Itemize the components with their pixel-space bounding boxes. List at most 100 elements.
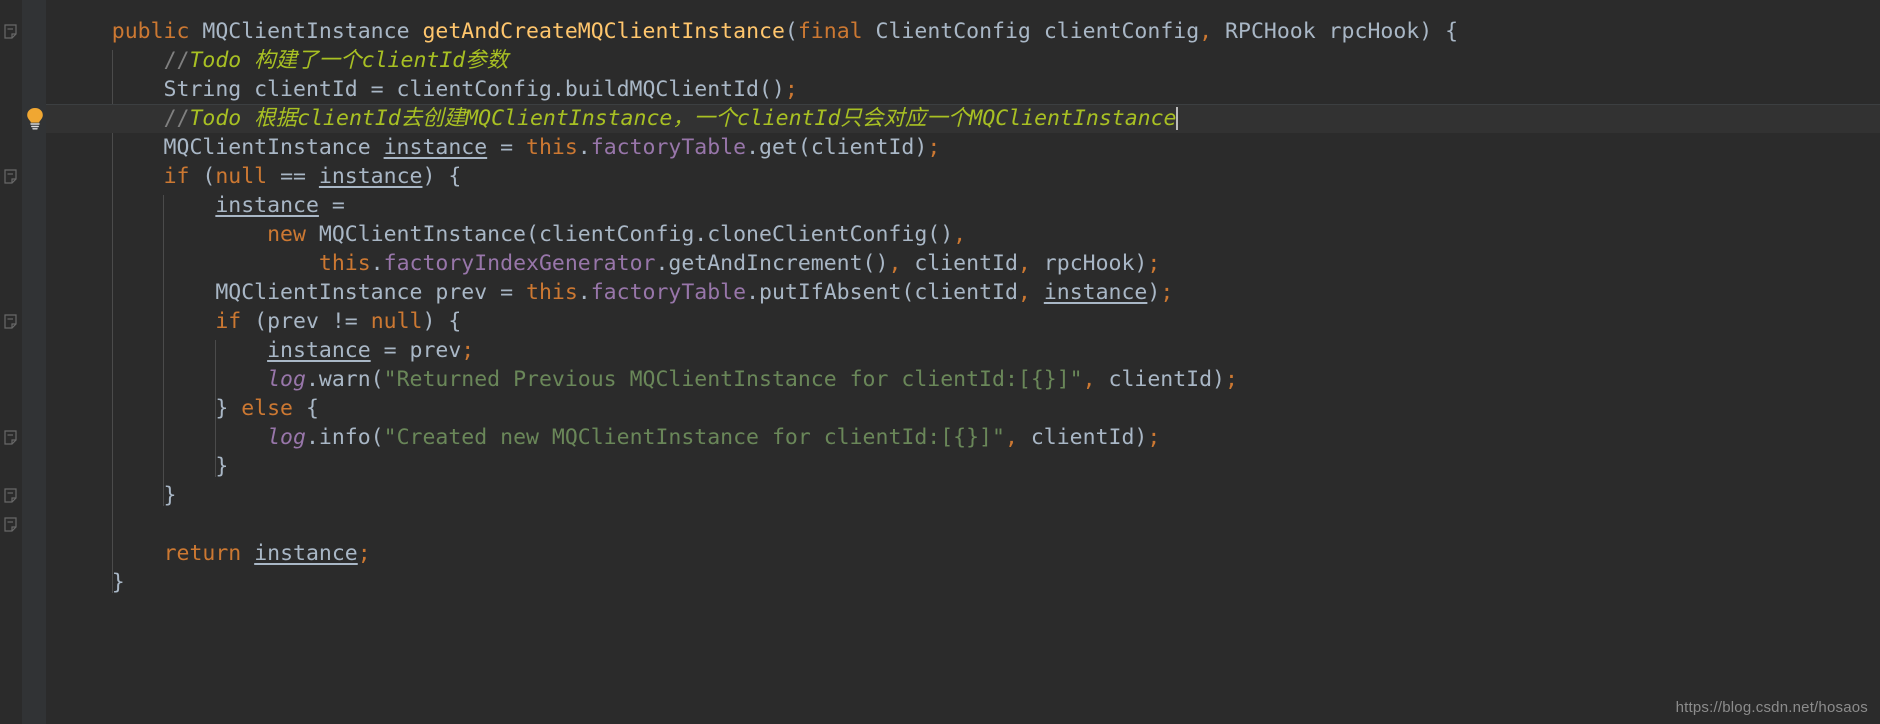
code-line[interactable]: log.info("Created new MQClientInstance f…: [46, 423, 1880, 452]
code-line[interactable]: }: [46, 452, 1880, 481]
code-token: = prev: [370, 338, 462, 363]
code-token: {: [293, 396, 319, 421]
code-token: MQClientInstance prev =: [60, 280, 526, 305]
code-token: ,: [888, 251, 902, 276]
code-token: ClientConfig clientConfig: [875, 19, 1200, 44]
code-line[interactable]: instance = prev;: [46, 336, 1880, 365]
lightbulb-intention-icon[interactable]: [24, 106, 46, 130]
code-token: clientId: [901, 251, 1018, 276]
code-token: =: [487, 135, 527, 160]
code-fold-region-icon[interactable]: [4, 314, 17, 329]
code-token: instance: [254, 541, 358, 566]
code-line[interactable]: return instance;: [46, 539, 1880, 568]
code-token: getAndCreateMQClientInstance: [422, 19, 785, 44]
code-token: instance: [318, 164, 423, 189]
code-token: Todo 构建了一个clientId参数: [189, 48, 509, 73]
code-line[interactable]: if (prev != null) {: [46, 307, 1880, 336]
code-token: null: [370, 309, 423, 334]
code-fold-region-icon[interactable]: [4, 430, 17, 445]
code-lines[interactable]: public MQClientInstance getAndCreateMQCl…: [46, 0, 1880, 597]
code-token: ;: [1160, 280, 1174, 305]
code-line[interactable]: MQClientInstance prev = this.factoryTabl…: [46, 278, 1880, 307]
code-fold-region-icon[interactable]: [4, 169, 17, 184]
code-token: instance: [215, 193, 319, 218]
code-token: factoryTable: [590, 280, 747, 305]
code-token: .: [577, 280, 591, 305]
code-fold-region-icon[interactable]: [4, 488, 17, 503]
code-token: "Created new MQClientInstance for client…: [383, 425, 1005, 450]
code-line[interactable]: } else {: [46, 394, 1880, 423]
code-token: MQClientInstance: [60, 135, 384, 160]
code-token: instance: [1043, 280, 1148, 305]
code-line[interactable]: //Todo 根据clientId去创建MQClientInstance，一个c…: [46, 104, 1880, 133]
code-line[interactable]: MQClientInstance instance = this.factory…: [46, 133, 1880, 162]
code-token: ;: [1147, 425, 1161, 450]
code-token: Todo 根据clientId去创建MQClientInstance，一个cli…: [189, 106, 1177, 131]
code-editor[interactable]: public MQClientInstance getAndCreateMQCl…: [0, 0, 1880, 724]
code-token: log: [267, 425, 306, 450]
code-token: MQClientInstance(clientConfig.cloneClien…: [305, 222, 954, 247]
code-token: (: [189, 164, 216, 189]
code-token: ==: [267, 164, 319, 189]
code-token: .getAndIncrement(): [655, 251, 889, 276]
code-line[interactable]: instance =: [46, 191, 1880, 220]
code-token: clientId): [1017, 425, 1148, 450]
code-token: .warn(: [305, 367, 384, 392]
code-token: null: [215, 164, 268, 189]
code-line[interactable]: if (null == instance) {: [46, 162, 1880, 191]
code-token: ;: [461, 338, 475, 363]
code-token: instance: [383, 135, 488, 160]
code-line[interactable]: }: [46, 568, 1880, 597]
code-token: if: [163, 164, 190, 189]
code-token: "Returned Previous MQClientInstance for …: [383, 367, 1083, 392]
code-fold-region-icon[interactable]: [4, 517, 17, 532]
code-token: clientId): [1095, 367, 1226, 392]
code-token: }: [60, 396, 242, 421]
code-line[interactable]: new MQClientInstance(clientConfig.cloneC…: [46, 220, 1880, 249]
code-content-area[interactable]: public MQClientInstance getAndCreateMQCl…: [46, 0, 1880, 724]
code-token: rpcHook): [1030, 251, 1148, 276]
code-token: MQClientInstance: [202, 19, 410, 44]
code-line[interactable]: [46, 510, 1880, 539]
code-token: return: [163, 541, 242, 566]
code-token: instance: [267, 338, 371, 363]
code-token: RPCHook rpcHook) {: [1212, 19, 1459, 44]
code-token: (prev !=: [241, 309, 371, 334]
code-token: //: [163, 48, 190, 73]
code-token: }: [60, 570, 125, 595]
code-token: ;: [357, 541, 371, 566]
gutter-line-number-strip: [0, 0, 22, 724]
code-line[interactable]: log.warn("Returned Previous MQClientInst…: [46, 365, 1880, 394]
code-token: .info(: [305, 425, 384, 450]
code-token: final: [797, 19, 863, 44]
code-token: ;: [784, 77, 798, 102]
code-line[interactable]: public MQClientInstance getAndCreateMQCl…: [46, 17, 1880, 46]
code-token: ;: [927, 135, 941, 160]
code-line[interactable]: //Todo 构建了一个clientId参数: [46, 46, 1880, 75]
code-token: this: [526, 280, 578, 305]
code-token: this: [526, 135, 578, 160]
code-token: ;: [1225, 367, 1238, 392]
editor-gutter[interactable]: [0, 0, 46, 724]
code-line[interactable]: this.factoryIndexGenerator.getAndIncreme…: [46, 249, 1880, 278]
code-token: public: [111, 19, 190, 44]
code-token: //: [163, 106, 190, 131]
code-line[interactable]: }: [46, 481, 1880, 510]
code-fold-region-icon[interactable]: [4, 24, 17, 39]
code-line[interactable]: String clientId = clientConfig.buildMQCl…: [46, 75, 1880, 104]
